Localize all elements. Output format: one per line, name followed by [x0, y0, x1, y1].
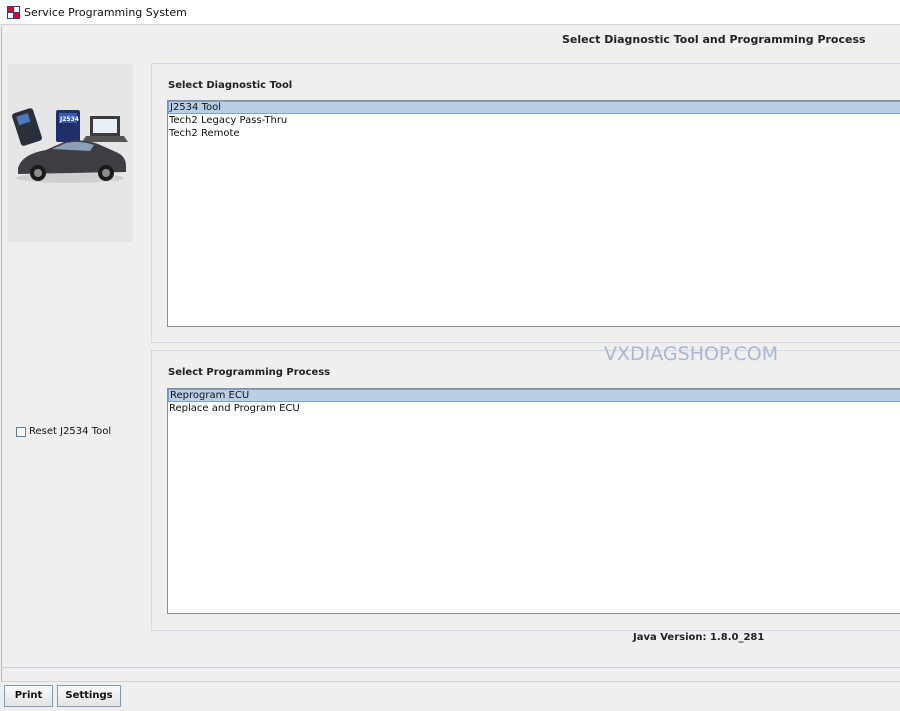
programming-process-panel: Select Programming Process Reprogram ECU… [151, 350, 900, 631]
sps-window: Service Programming System Select Diagno… [0, 0, 900, 711]
scan-tool-icon [12, 108, 42, 146]
list-item-reprogram-ecu[interactable]: Reprogram ECU [168, 389, 900, 402]
diagnostic-tool-panel: Select Diagnostic Tool J2534 Tool Tech2 … [151, 63, 900, 343]
settings-button[interactable]: Settings [57, 685, 121, 707]
print-button[interactable]: Print [4, 685, 53, 707]
list-item-tech2-remote[interactable]: Tech2 Remote [168, 127, 900, 140]
window-title: Service Programming System [24, 6, 187, 19]
programming-process-list[interactable]: Reprogram ECU Replace and Program ECU [167, 388, 900, 614]
diagnostic-tool-list[interactable]: J2534 Tool Tech2 Legacy Pass-Thru Tech2 … [167, 100, 900, 327]
bottom-separator [1, 667, 900, 668]
reset-j2534-label: Reset J2534 Tool [29, 426, 112, 437]
reset-j2534-option[interactable]: Reset J2534 Tool [16, 426, 111, 437]
reset-j2534-checkbox[interactable] [16, 426, 26, 437]
list-item-replace-program-ecu[interactable]: Replace and Program ECU [168, 402, 900, 415]
list-item-j2534-tool[interactable]: J2534 Tool [168, 101, 900, 114]
watermark-text: VXDIAGSHOP.COM [604, 343, 779, 365]
button-bar [1, 681, 900, 711]
diagnostic-tool-label: Select Diagnostic Tool [168, 80, 293, 91]
java-version-text: Java Version: 1.8.0_281 [633, 632, 765, 643]
device-label: J2534 [59, 116, 79, 123]
programming-process-label: Select Programming Process [168, 367, 331, 378]
j2534-device-icon: J2534 [56, 110, 80, 142]
vehicle-tools-image: J2534 [12, 108, 128, 183]
title-bar: Service Programming System [0, 0, 900, 25]
car-icon [16, 140, 126, 183]
page-title: Select Diagnostic Tool and Programming P… [562, 33, 866, 46]
laptop-icon [82, 116, 128, 142]
list-item-tech2-legacy[interactable]: Tech2 Legacy Pass-Thru [168, 114, 900, 127]
sps-app-icon [7, 6, 20, 19]
